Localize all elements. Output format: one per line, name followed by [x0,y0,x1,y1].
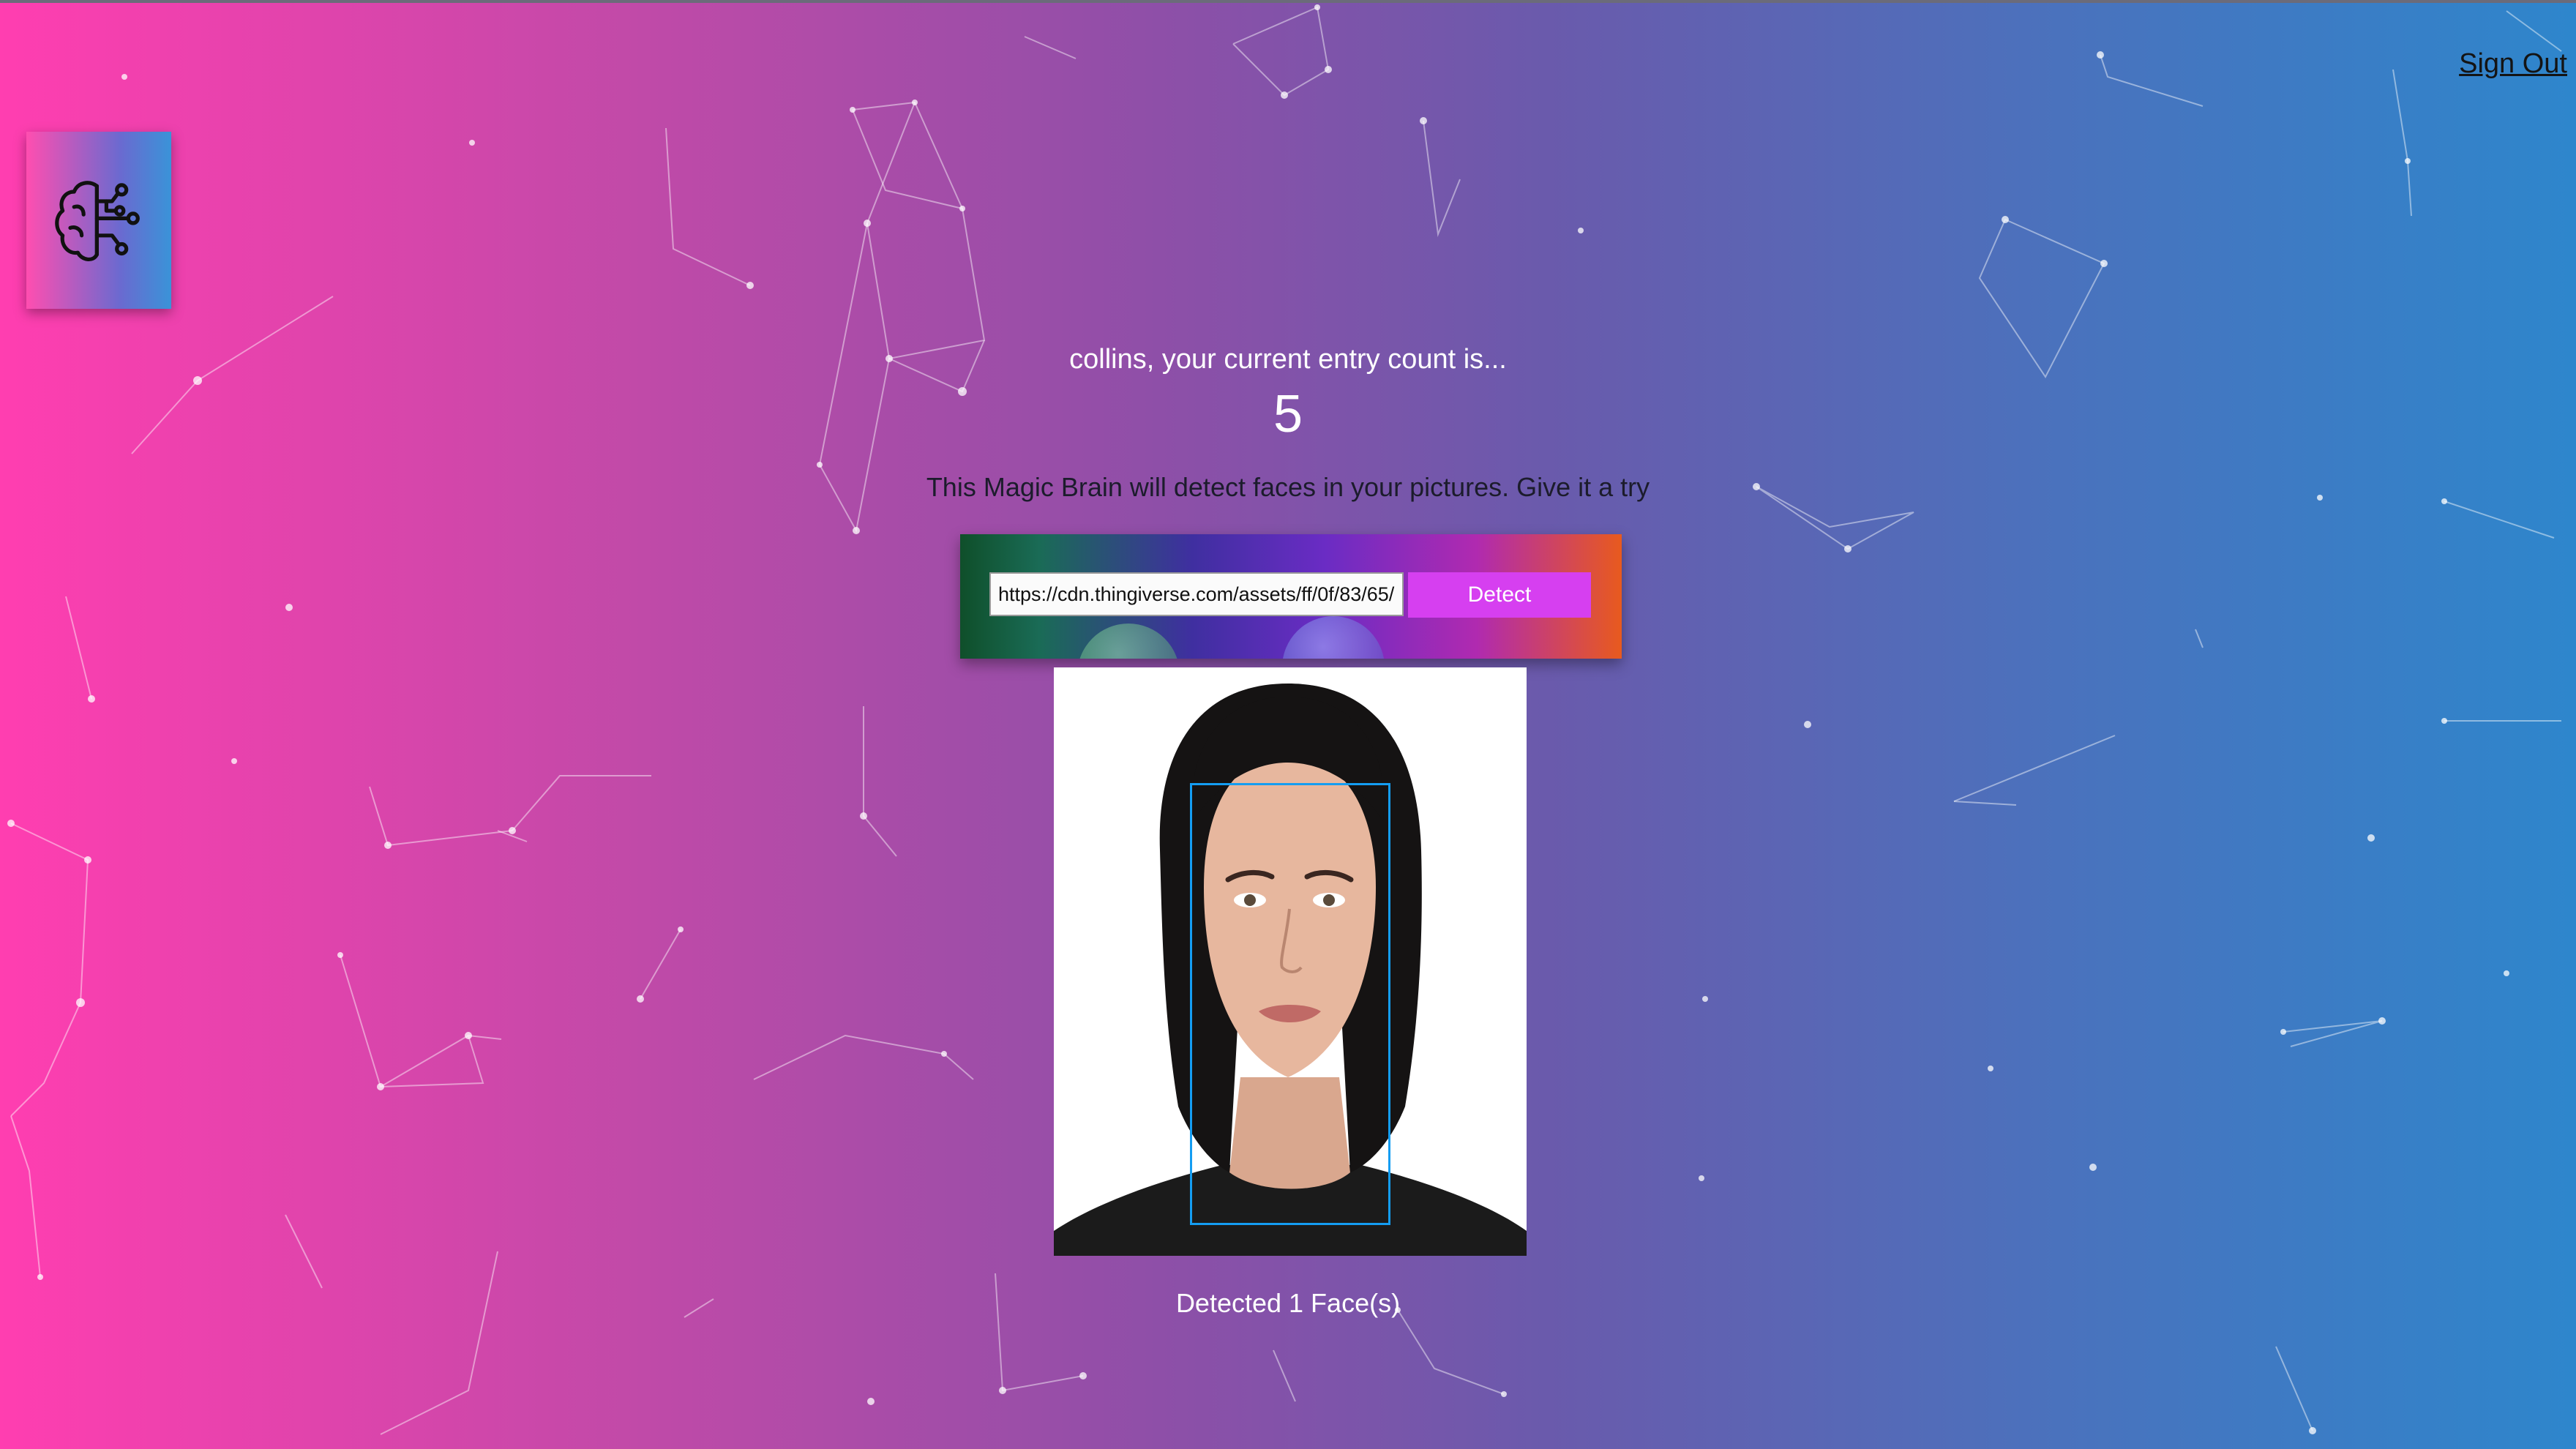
image-url-input[interactable] [989,572,1404,616]
intro-text: This Magic Brain will detect faces in yo… [926,472,1650,502]
entry-count-value: 5 [1273,385,1303,443]
sign-out-link[interactable]: Sign Out [2459,48,2567,80]
face-image [1054,667,1527,1256]
detection-result-text: Detected 1 Face(s) [1175,1288,1401,1318]
logo-card [26,132,171,309]
image-link-form: Detect [960,534,1622,659]
face-bounding-box [1190,783,1390,1225]
decorative-bubble [1077,624,1180,659]
entry-count-greeting: collins, your current entry count is... [1069,344,1507,375]
decorative-bubble [1282,616,1385,659]
brain-circuit-icon [55,181,140,261]
detect-button[interactable]: Detect [1408,572,1591,618]
